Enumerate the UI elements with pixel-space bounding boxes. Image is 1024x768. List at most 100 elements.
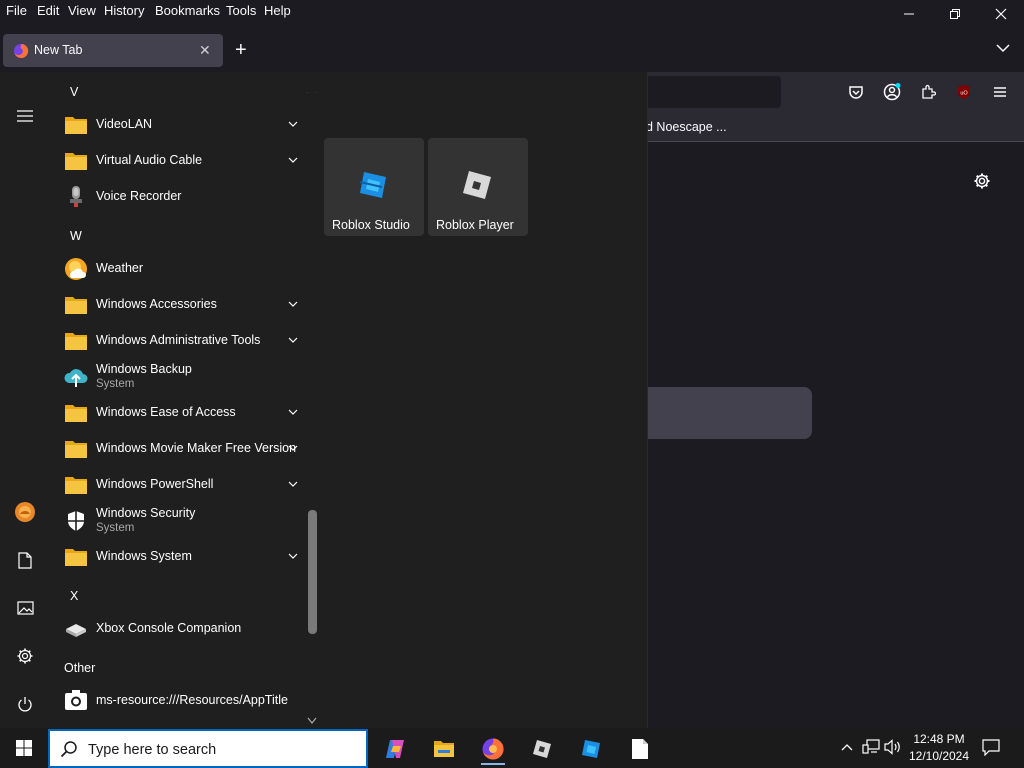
taskbar-roblox-studio[interactable] xyxy=(571,732,611,766)
folder-icon xyxy=(65,477,87,494)
search-icon xyxy=(60,741,77,758)
extensions-button[interactable] xyxy=(918,82,938,102)
folder-icon xyxy=(65,297,87,314)
chevron-up-icon xyxy=(841,744,853,751)
document-icon xyxy=(18,551,32,569)
folder-icon xyxy=(65,405,87,422)
taskbar-roblox-player[interactable] xyxy=(522,732,562,766)
app-item-ms-resource[interactable]: ms-resource:///Resources/AppTitle xyxy=(50,683,306,719)
app-item-videolan[interactable]: VideoLAN xyxy=(50,107,306,143)
app-item-windows-security[interactable]: Windows Security System xyxy=(50,503,306,539)
show-hidden-icons-button[interactable] xyxy=(838,738,856,756)
scroll-thumb[interactable] xyxy=(308,510,317,634)
documents-button[interactable] xyxy=(13,548,37,572)
restore-button[interactable] xyxy=(932,2,978,26)
minimize-icon xyxy=(904,13,914,15)
cloud-upload-icon xyxy=(64,369,88,387)
menu-file[interactable]: File xyxy=(6,3,27,18)
taskbar: Type here to search 12:48 PM 12/10/2024 xyxy=(0,728,1024,768)
user-account-button[interactable] xyxy=(13,500,37,524)
hamburger-icon xyxy=(17,110,33,122)
picture-icon xyxy=(16,601,34,615)
account-icon xyxy=(883,83,901,101)
bookmark-item[interactable]: d Noescape ... xyxy=(646,120,727,134)
app-menu-button[interactable] xyxy=(990,82,1010,102)
section-letter-w[interactable]: W xyxy=(70,229,82,243)
menu-view[interactable]: View xyxy=(68,3,96,18)
tab-new-tab[interactable]: New Tab ✕ xyxy=(3,34,223,67)
personalize-new-tab-button[interactable] xyxy=(973,172,991,193)
clock-date: 12/10/2024 xyxy=(908,749,970,763)
firefox-icon xyxy=(482,738,504,760)
gear-icon xyxy=(17,648,33,664)
scroll-down-icon[interactable] xyxy=(307,717,317,725)
taskbar-clock[interactable]: 12:48 PM 12/10/2024 xyxy=(905,731,973,765)
section-other[interactable]: Other xyxy=(64,661,95,675)
menu-tools[interactable]: Tools xyxy=(226,3,256,18)
microphone-icon xyxy=(70,186,82,207)
clock-time: 12:48 PM xyxy=(913,732,965,746)
notifications-button[interactable] xyxy=(982,738,1000,756)
folder-icon xyxy=(65,333,87,350)
power-icon xyxy=(18,697,32,712)
app-list-scrollbar[interactable] xyxy=(306,86,318,728)
taskbar-copilot[interactable] xyxy=(375,732,415,766)
new-tab-button[interactable]: + xyxy=(235,40,247,60)
minimize-button[interactable] xyxy=(886,2,932,26)
menu-bookmarks[interactable]: Bookmarks xyxy=(155,3,220,18)
close-icon xyxy=(995,8,1007,20)
app-item-windows-administrative-tools[interactable]: Windows Administrative Tools xyxy=(50,323,306,359)
expand-menu-button[interactable] xyxy=(13,104,37,128)
app-item-windows-accessories[interactable]: Windows Accessories xyxy=(50,287,306,323)
app-item-windows-system[interactable]: Windows System xyxy=(50,539,306,575)
menu-history[interactable]: History xyxy=(104,3,144,18)
roblox-player-icon xyxy=(463,171,491,199)
section-letter-x[interactable]: X xyxy=(70,589,78,603)
tab-title: New Tab xyxy=(34,43,83,57)
network-icon xyxy=(862,739,880,754)
close-window-button[interactable] xyxy=(978,2,1024,26)
app-item-windows-powershell[interactable]: Windows PowerShell xyxy=(50,467,306,503)
app-item-weather[interactable]: Weather xyxy=(50,251,306,287)
weather-icon xyxy=(65,258,87,280)
pocket-button[interactable] xyxy=(846,82,866,102)
svg-text:uO: uO xyxy=(960,91,968,97)
taskbar-file-explorer[interactable] xyxy=(424,732,464,766)
menu-help[interactable]: Help xyxy=(264,3,291,18)
settings-button[interactable] xyxy=(13,644,37,668)
app-item-virtual-audio-cable[interactable]: Virtual Audio Cable xyxy=(50,143,306,179)
puzzle-icon xyxy=(922,84,936,99)
app-item-windows-backup[interactable]: Windows Backup System xyxy=(50,359,306,395)
tile-roblox-studio[interactable]: Roblox Studio xyxy=(324,138,424,236)
pictures-button[interactable] xyxy=(13,596,37,620)
network-button[interactable] xyxy=(862,738,880,756)
taskbar-firefox[interactable] xyxy=(473,732,513,766)
taskbar-notepad[interactable] xyxy=(620,732,660,766)
power-button[interactable] xyxy=(13,692,37,716)
taskbar-search-box[interactable]: Type here to search xyxy=(48,729,368,768)
all-apps-list: V VideoLAN Virtual Audio Cable Voice Rec… xyxy=(50,72,306,728)
menu-edit[interactable]: Edit xyxy=(37,3,59,18)
shield-icon xyxy=(68,511,84,531)
app-item-windows-ease-of-access[interactable]: Windows Ease of Access xyxy=(50,395,306,431)
chevron-down-icon xyxy=(288,481,298,487)
volume-button[interactable] xyxy=(884,738,902,756)
section-letter-v[interactable]: V xyxy=(70,85,78,99)
tab-close-icon[interactable]: ✕ xyxy=(199,42,211,59)
chevron-down-icon xyxy=(288,445,298,451)
tile-roblox-player[interactable]: Roblox Player xyxy=(428,138,528,236)
app-item-windows-movie-maker[interactable]: Windows Movie Maker Free Version xyxy=(50,431,306,467)
list-all-tabs-button[interactable] xyxy=(996,42,1010,56)
ublock-origin-icon: uO xyxy=(958,85,970,99)
account-button[interactable] xyxy=(882,82,902,102)
start-menu-rail xyxy=(0,72,50,728)
tab-strip: New Tab ✕ + xyxy=(0,24,1024,72)
app-item-xbox-console-companion[interactable]: Xbox Console Companion xyxy=(50,611,306,647)
chevron-down-icon xyxy=(996,44,1010,53)
ublock-button[interactable]: uO xyxy=(954,82,974,102)
start-button[interactable] xyxy=(0,728,48,768)
xbox-console-icon xyxy=(66,624,86,637)
start-menu: V VideoLAN Virtual Audio Cable Voice Rec… xyxy=(0,72,648,728)
camera-icon xyxy=(65,690,87,710)
app-item-voice-recorder[interactable]: Voice Recorder xyxy=(50,179,306,215)
